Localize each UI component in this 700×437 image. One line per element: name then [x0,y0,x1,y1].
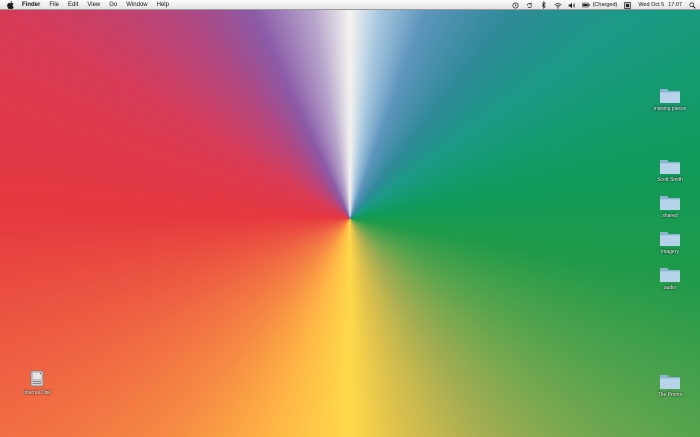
folder-icon [660,375,680,389]
menu-view[interactable]: View [87,0,100,10]
wifi-icon[interactable] [553,1,562,9]
desktop-folder-missing-pieces[interactable]: missing pieces [645,86,695,112]
menu-edit[interactable]: Edit [68,0,78,10]
bluetooth-icon[interactable] [540,1,548,9]
folder-icon [660,268,680,282]
desktop-icon-label: Internal Disk [23,390,51,396]
time-machine-icon[interactable] [512,1,520,9]
sync-icon[interactable] [526,1,534,9]
menu-bar-left: Finder File Edit View Go Window Help [6,0,178,10]
menu-bar-status: (Charged) Wed Oct 5 17:07 [506,0,696,10]
desktop-folder-the-promo[interactable]: The Promo [645,372,695,398]
menu-bar-date[interactable]: Wed Oct 5 [638,0,664,10]
volume-icon[interactable] [568,1,576,9]
desktop-folder-audio[interactable]: audio [645,265,695,291]
desktop-icon-label: missing pieces [653,106,687,112]
folder-icon [660,160,680,174]
desktop-folder-imagery[interactable]: imagery [645,229,695,255]
desktop-icon-label: audio [663,285,677,291]
desktop-folder-scott-smith[interactable]: Scott Smith [645,157,695,183]
menu-bar-clock[interactable]: 17:07 [668,0,682,10]
desktop[interactable]: Finder File Edit View Go Window Help (Ch… [0,0,700,437]
desktop-folder-shared[interactable]: shared [645,193,695,219]
desktop-icon-label: shared [662,213,678,219]
spotlight-icon[interactable] [688,1,696,9]
apple-icon[interactable] [6,0,14,10]
desktop-icon-label: The Promo [657,392,683,398]
folder-icon [660,232,680,246]
battery-status-label[interactable]: (Charged) [593,0,618,10]
folder-icon [660,196,680,210]
menu-finder[interactable]: Finder [22,0,40,10]
menu-go[interactable]: Go [109,0,117,10]
menu-window[interactable]: Window [126,0,147,10]
hard-drive-icon [30,370,44,387]
menu-bar: Finder File Edit View Go Window Help (Ch… [0,0,700,10]
menu-help[interactable]: Help [157,0,169,10]
keyboard-input-icon[interactable] [623,1,631,9]
desktop-icon-label: Scott Smith [657,177,683,183]
desktop-internal-disk[interactable]: Internal Disk [12,370,62,396]
folder-icon [660,89,680,103]
desktop-icon-label: imagery [661,249,679,255]
menu-file[interactable]: File [49,0,59,10]
battery-icon[interactable] [581,1,590,9]
